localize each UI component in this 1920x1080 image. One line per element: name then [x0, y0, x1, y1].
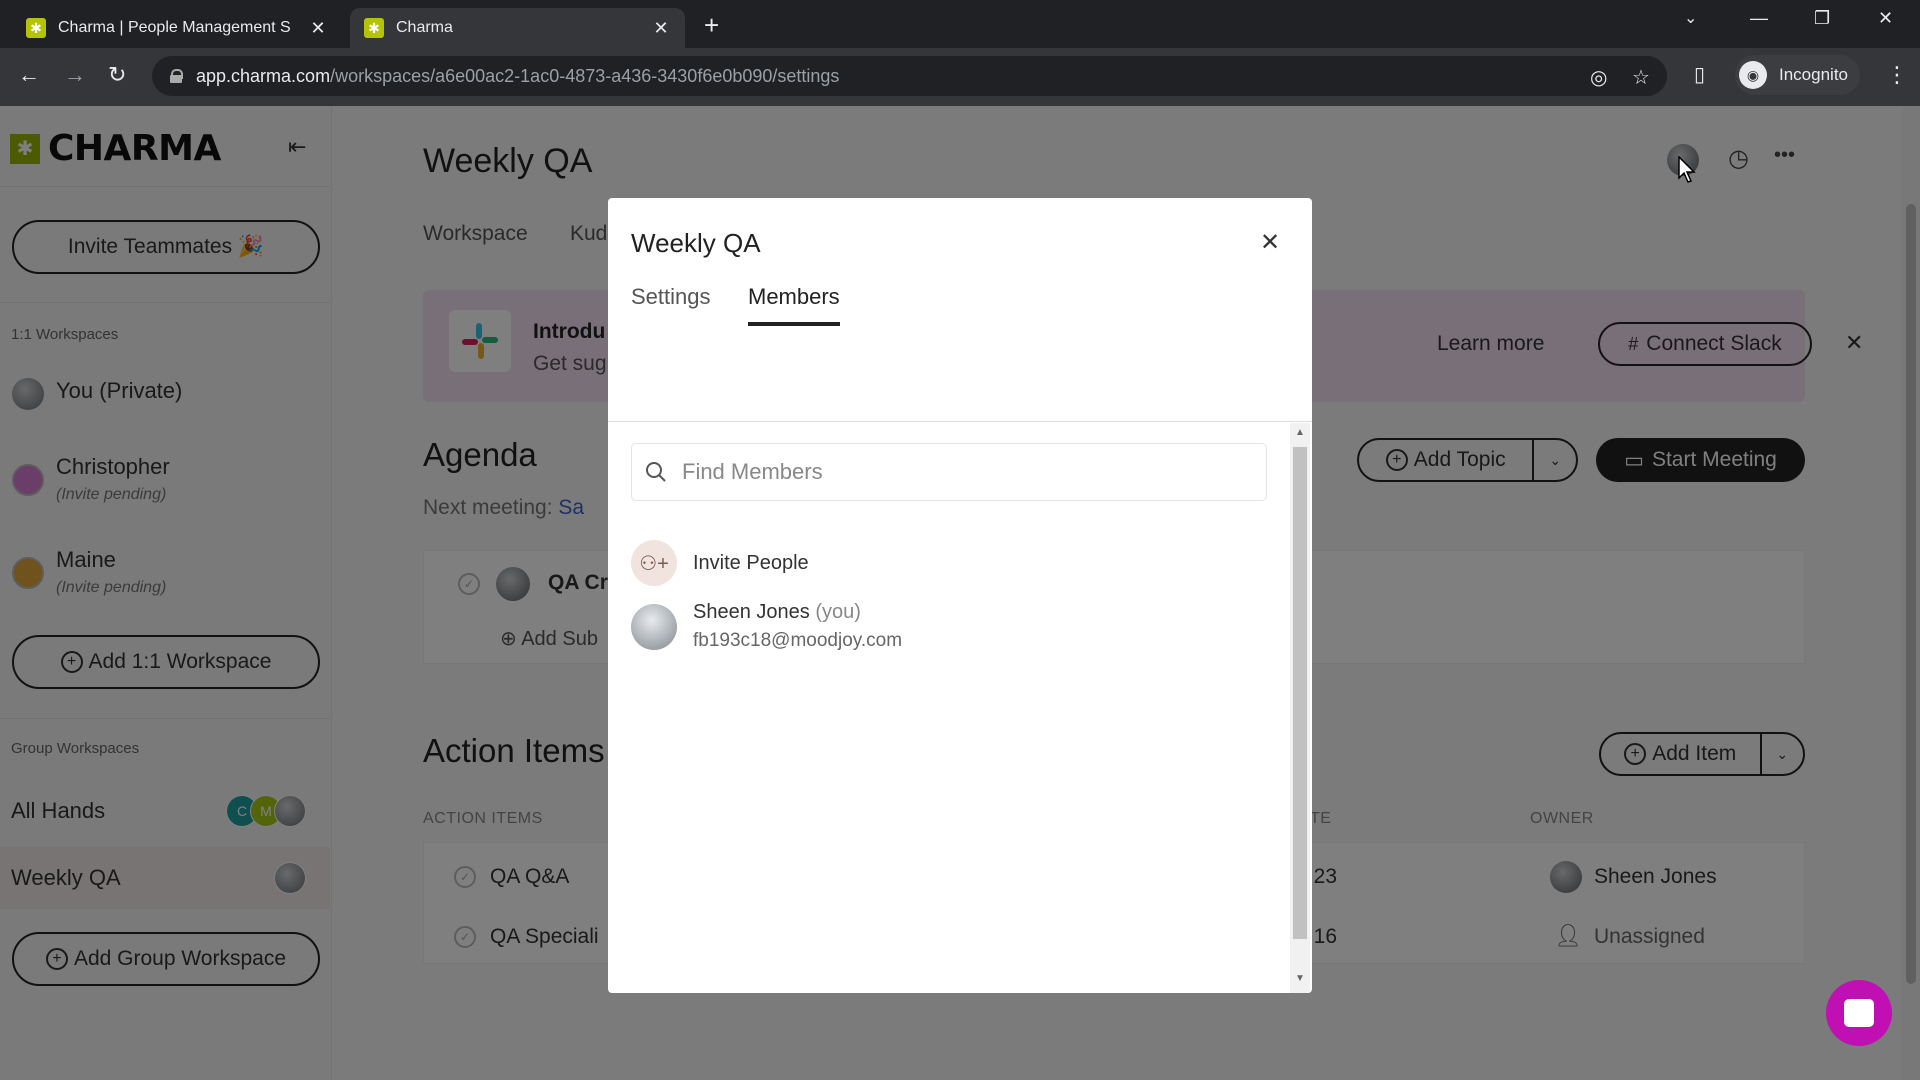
charma-favicon-icon: ✱ [26, 18, 46, 38]
tab-title: Charma | People Management S [58, 19, 291, 36]
browser-toolbar: ← → ↻ app.charma.com/workspaces/a6e00ac2… [0, 48, 1920, 106]
member-name: Sheen Jones [693, 601, 810, 623]
tab-title: Charma [396, 19, 453, 36]
side-panel-icon[interactable]: ▯ [1694, 62, 1705, 87]
url-path: /workspaces/a6e00ac2-1ac0-4873-a436-3430… [330, 65, 840, 86]
browser-tab[interactable]: ✱ Charma | People Management S ✕ [12, 8, 342, 48]
find-members-input[interactable] [682, 459, 1242, 485]
scroll-up-icon[interactable]: ▲ [1295, 427, 1305, 438]
find-members-field [631, 443, 1267, 501]
chat-support-button[interactable] [1826, 980, 1892, 1046]
member-email: fb193c18@moodjoy.com [693, 630, 903, 651]
charma-favicon-icon: ✱ [364, 18, 384, 38]
user-plus-icon: ⚇+ [631, 540, 677, 586]
app: ✱ CHARMA ⇤ Invite Teammates 🎉 1:1 Worksp… [0, 106, 1920, 1080]
workspace-settings-modal: Weekly QA ✕ Settings Members ⚇+ Invite P… [608, 198, 1312, 993]
mouse-cursor-icon [1678, 156, 1696, 183]
close-tab-icon[interactable]: ✕ [651, 18, 671, 39]
close-window-icon[interactable]: ✕ [1878, 8, 1893, 29]
tab-search-icon[interactable]: ⌄ [1684, 8, 1697, 28]
close-tab-icon[interactable]: ✕ [308, 18, 328, 39]
tab-settings[interactable]: Settings [631, 284, 711, 322]
avatar [631, 603, 677, 650]
restore-icon[interactable]: ❐ [1814, 8, 1830, 29]
star-icon[interactable]: ☆ [1632, 65, 1650, 90]
new-tab-icon[interactable]: + [704, 10, 719, 41]
members-panel: ⚇+ Invite People Sheen Jones (you) fb193… [608, 423, 1312, 993]
member-item[interactable]: Sheen Jones (you) fb193c18@moodjoy.com [631, 601, 902, 652]
scroll-down-icon[interactable]: ▼ [1295, 973, 1305, 984]
incognito-label: Incognito [1779, 65, 1848, 84]
invite-people-button[interactable]: ⚇+ Invite People [631, 540, 809, 586]
minimize-icon[interactable]: — [1750, 8, 1768, 29]
incognito-badge[interactable]: ◉ Incognito [1735, 55, 1860, 95]
modal-scrollbar[interactable]: ▲ ▼ [1290, 423, 1310, 993]
member-you-tag: (you) [815, 601, 861, 623]
divider [608, 421, 1312, 422]
url-host: app.charma.com [196, 65, 331, 86]
lock-icon [170, 69, 183, 83]
scrollbar-thumb[interactable] [1293, 447, 1307, 939]
close-modal-icon[interactable]: ✕ [1260, 228, 1280, 257]
browser-menu-icon[interactable]: ⋮ [1886, 62, 1908, 88]
browser-tab-active[interactable]: ✱ Charma ✕ [350, 8, 685, 48]
browser-tab-bar: ✱ Charma | People Management S ✕ ✱ Charm… [0, 0, 1920, 48]
tab-members[interactable]: Members [748, 284, 840, 326]
eye-off-icon[interactable]: ◎ [1590, 65, 1607, 90]
back-icon[interactable]: ← [18, 62, 40, 88]
reload-icon[interactable]: ↻ [108, 62, 126, 88]
chat-icon [1844, 999, 1874, 1027]
search-icon [646, 462, 666, 482]
invite-people-label: Invite People [693, 551, 809, 574]
incognito-icon: ◉ [1739, 61, 1767, 89]
forward-icon[interactable]: → [64, 62, 86, 88]
address-bar[interactable]: app.charma.com/workspaces/a6e00ac2-1ac0-… [152, 56, 1667, 96]
modal-title: Weekly QA [631, 228, 761, 258]
